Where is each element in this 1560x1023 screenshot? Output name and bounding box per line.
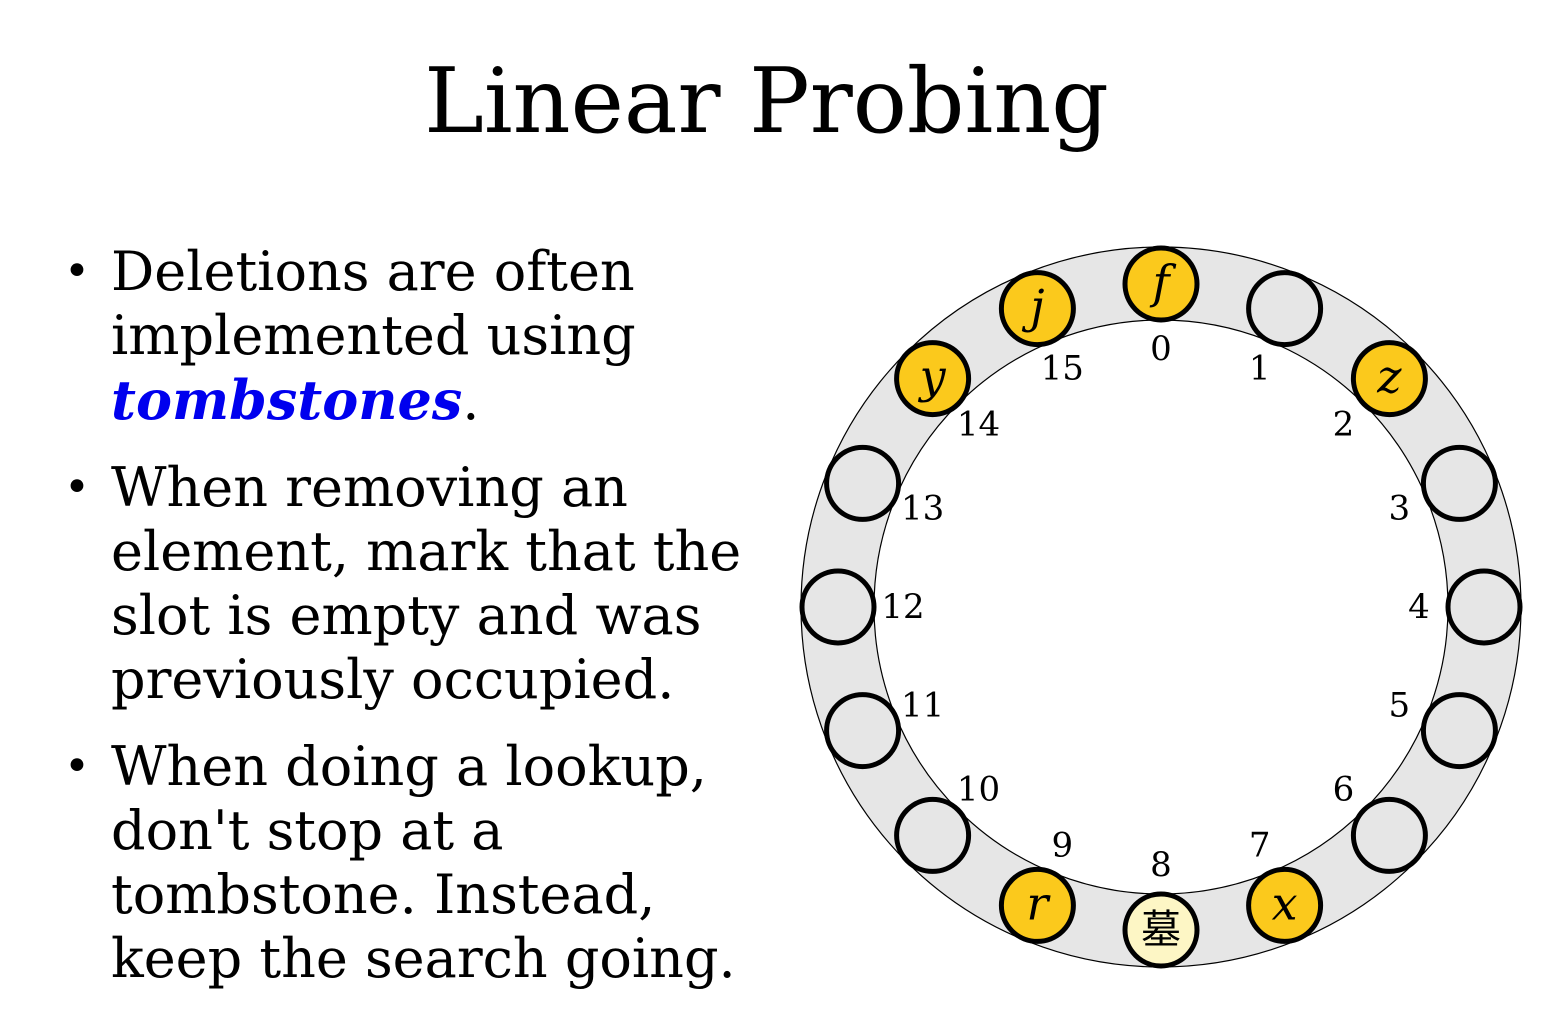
slot-12: 12	[799, 568, 925, 646]
slot-index-label: 2	[1333, 405, 1355, 445]
slot-index-label: 8	[1150, 845, 1172, 885]
slot-4: 4	[1408, 568, 1523, 646]
slot-circle	[894, 796, 972, 874]
slot-circle	[1420, 692, 1498, 770]
slot-index-label: 13	[901, 488, 944, 528]
slot-index-label: 0	[1150, 329, 1172, 369]
slot-key: z	[1376, 350, 1402, 404]
slot-circle	[1350, 796, 1428, 874]
slot-index-label: 7	[1249, 825, 1271, 865]
slot-index-label: 9	[1051, 825, 1073, 865]
slot-index-label: 14	[957, 405, 1000, 445]
slot-circle	[824, 692, 902, 770]
slot-index-label: 12	[881, 587, 924, 627]
slot-key: x	[1272, 876, 1298, 930]
slot-group: f0 1 z23456x7墓8r910111213y14j15	[799, 245, 1523, 969]
slot-key: y	[918, 350, 947, 404]
slot-key: r	[1026, 876, 1051, 930]
slot-0: f0	[1122, 245, 1200, 369]
slot-index-label: 1	[1249, 349, 1271, 389]
slot-5: 5	[1389, 686, 1498, 770]
slot-index-label: 10	[957, 769, 1000, 809]
slot-7: x7	[1246, 825, 1324, 944]
slot-1: 1	[1246, 270, 1324, 389]
slot-circle	[1445, 568, 1523, 646]
slot-circle	[1246, 270, 1324, 348]
tombstone-key: 墓	[1141, 907, 1181, 953]
slot-circle	[799, 568, 877, 646]
slot-index-label: 3	[1389, 488, 1411, 528]
slot-index-label: 15	[1041, 349, 1084, 389]
slot-3: 3	[1389, 444, 1498, 528]
slot-9: r9	[998, 825, 1076, 944]
hash-table-ring: f0 1 z23456x7墓8r910111213y14j15	[799, 245, 1523, 969]
slot-index-label: 11	[901, 686, 944, 726]
slot-index-label: 5	[1389, 686, 1411, 726]
slot-circle	[824, 444, 902, 522]
slot-circle	[1420, 444, 1498, 522]
slot-8: 墓8	[1122, 845, 1200, 969]
slot-index-label: 4	[1408, 587, 1430, 627]
slot-index-label: 6	[1333, 769, 1355, 809]
